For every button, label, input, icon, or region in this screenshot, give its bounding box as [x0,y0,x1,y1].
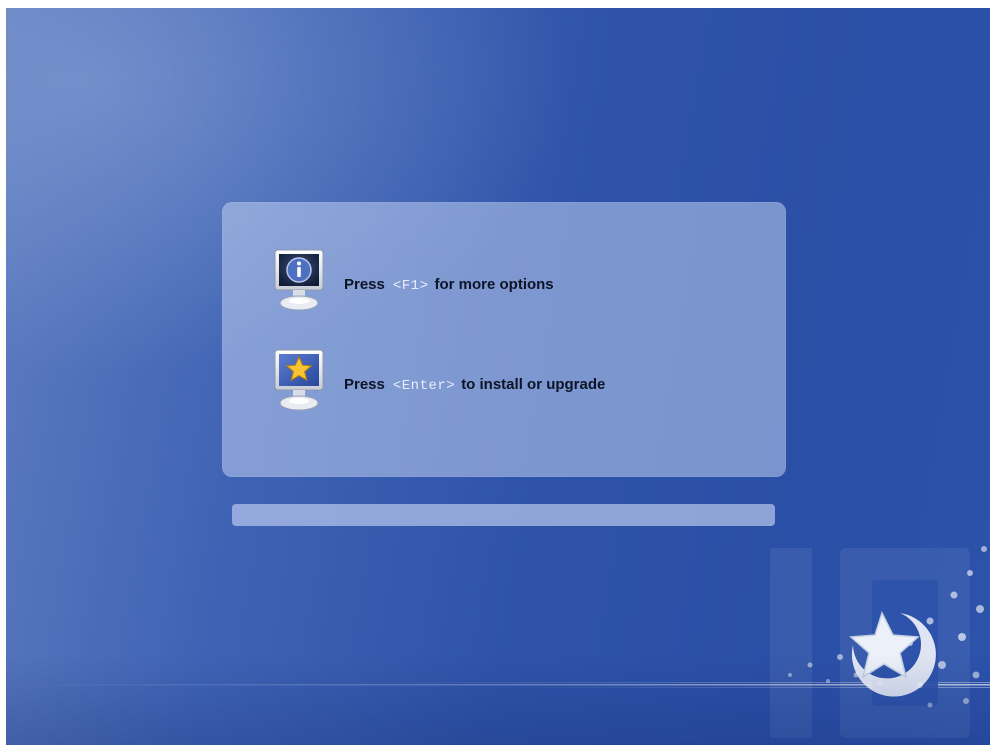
option-more-options[interactable]: Press <F1> for more options [274,249,554,321]
bottom-shade [6,655,990,745]
option-label: Press <F1> for more options [344,276,554,294]
option-label: Press <Enter> to install or upgrade [344,376,605,394]
press-word: Press [344,276,385,293]
press-word: Press [344,376,385,393]
enter-key-hint: <Enter> [392,378,456,394]
star-monitor-icon [274,349,324,421]
f1-key-hint: <F1> [392,278,429,294]
boot-progress-bar [232,504,775,526]
boot-screen: Press <F1> for more options Press <Enter… [6,8,990,745]
boot-options-panel: Press <F1> for more options Press <Enter… [222,202,786,477]
option-description: to install or upgrade [461,376,606,393]
option-description: for more options [434,276,554,293]
info-monitor-icon [274,249,324,321]
option-install-upgrade[interactable]: Press <Enter> to install or upgrade [274,349,605,421]
